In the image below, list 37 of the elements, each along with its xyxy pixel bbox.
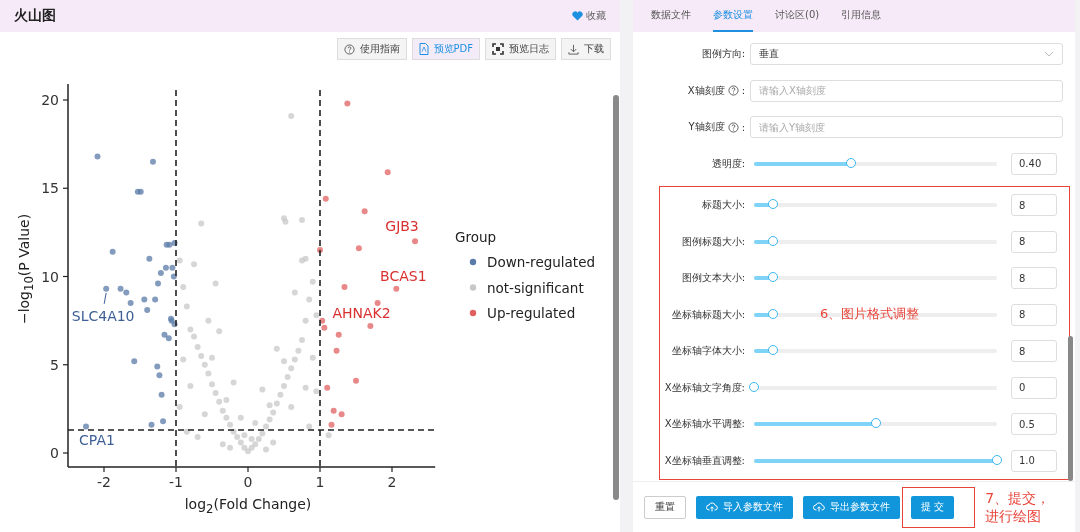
- tick-label: 1: [315, 474, 325, 491]
- tick-label: 2: [387, 474, 397, 491]
- gene-label: GJB3: [385, 218, 419, 235]
- tick-label: 15: [41, 180, 59, 197]
- field-label: 坐标轴字体大小:: [671, 344, 745, 359]
- field-label: X坐标轴文字角度:: [664, 380, 745, 395]
- legend-label: Up-regulated: [487, 305, 576, 321]
- gene-label: BCAS1: [380, 267, 427, 284]
- tick-label: -2: [97, 474, 111, 491]
- legend-title: Group: [455, 229, 497, 245]
- tick-label: -1: [169, 474, 183, 491]
- x-axis-title: log$_{2}$(Fold Change): [184, 496, 312, 516]
- tick-label: 20: [41, 92, 59, 108]
- field-label: Y轴刻度: [688, 120, 725, 135]
- annotation-text: 6、图片格式调整: [820, 305, 920, 323]
- tick-label: 5: [50, 356, 59, 373]
- field-label: 图例方向:: [701, 47, 745, 62]
- field-label: 标题大小:: [701, 198, 745, 213]
- tick-label: 0: [243, 474, 253, 491]
- gene-label: CPA1: [79, 432, 115, 448]
- legend-label: not-significant: [487, 279, 584, 296]
- tick-label: 0: [50, 445, 59, 461]
- field-label: :: [741, 121, 745, 133]
- field-label: 图例标题大小:: [681, 234, 745, 249]
- gene-label: AHNAK2: [332, 305, 391, 321]
- gene-label: SLC4A10: [71, 307, 135, 324]
- tick-label: 10: [41, 268, 59, 285]
- field-label: X轴刻度: [687, 83, 725, 98]
- field-label: 图例文本大小:: [681, 271, 745, 286]
- field-label: X坐标轴垂直调整:: [664, 453, 745, 468]
- field-label: 透明度:: [711, 156, 745, 171]
- field-label: :: [741, 85, 745, 97]
- annotation-text: 7、提交，进行绘图: [985, 488, 1052, 526]
- legend-label: Down-regulated: [487, 254, 595, 270]
- field-label: X坐标轴水平调整:: [664, 417, 745, 432]
- field-label: 坐标轴标题大小:: [671, 307, 745, 322]
- page-title: 火山图: [14, 7, 56, 25]
